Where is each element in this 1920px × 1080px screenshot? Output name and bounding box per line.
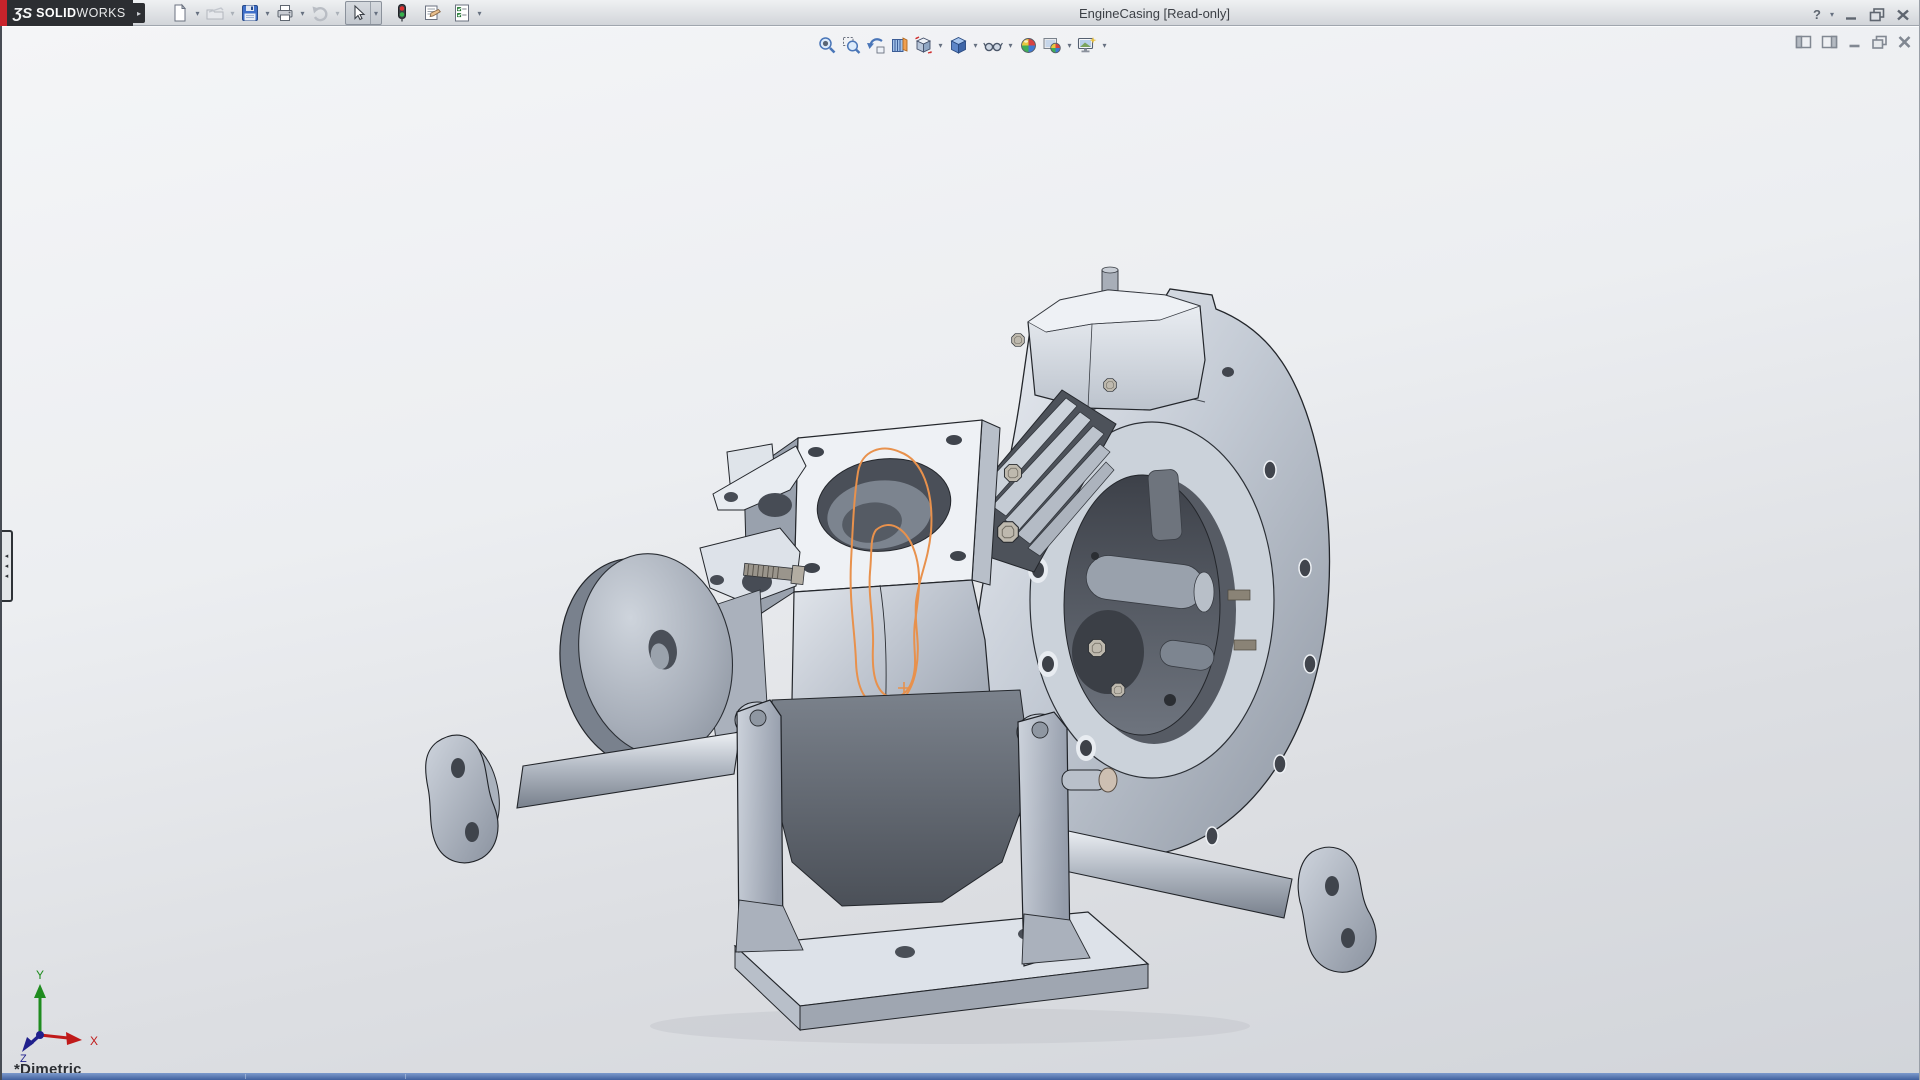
mount-pin	[1062, 768, 1117, 792]
crankcase-underbody	[772, 690, 1032, 906]
status-bar-separator	[405, 1074, 406, 1079]
graphics-viewport[interactable]: ▾ ▾ ▾	[2, 26, 1919, 1073]
triad-y-label: Y	[36, 968, 44, 982]
reference-triad: Y X Z	[20, 968, 98, 1065]
status-bar-separator	[245, 1074, 246, 1079]
left-mount-rod	[426, 732, 740, 863]
floor-shadow	[650, 1008, 1250, 1044]
status-bar	[2, 1073, 1919, 1080]
triad-x-label: X	[90, 1034, 98, 1048]
solidworks-window: ƷS SOLIDWORKS ▸ ▾ ▾	[0, 0, 1920, 1080]
engine-casing-model[interactable]: Y X Z	[0, 0, 1920, 1080]
